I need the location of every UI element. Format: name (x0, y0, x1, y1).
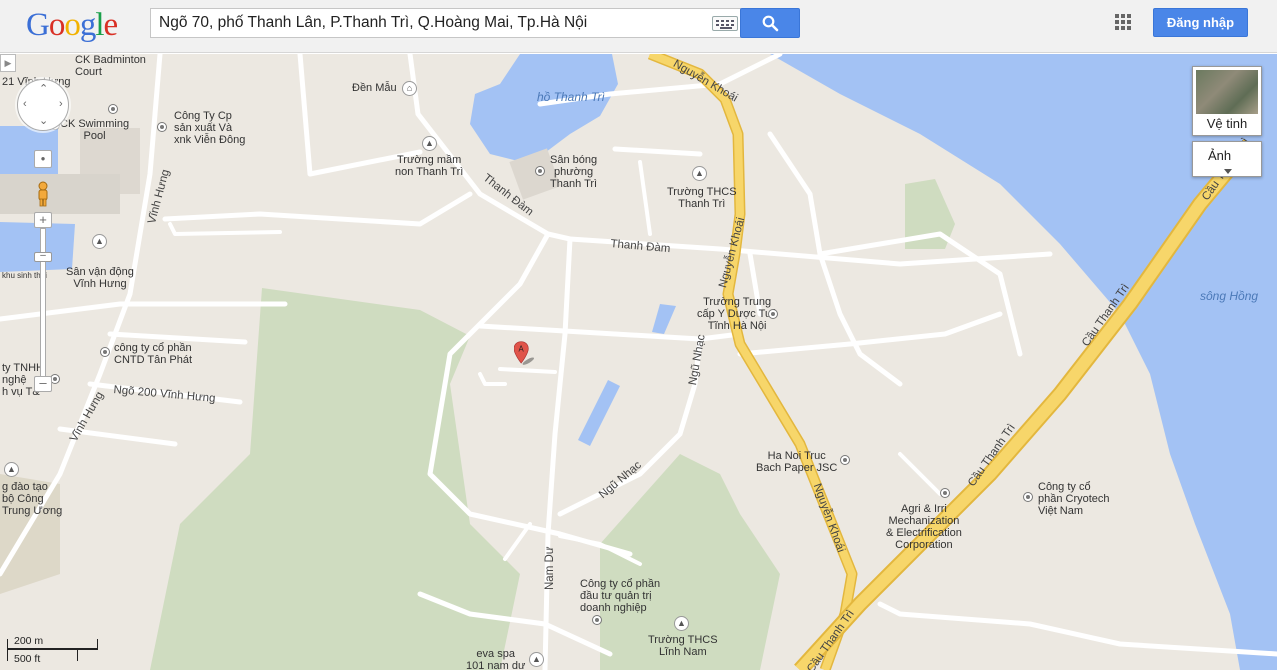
place-label[interactable]: Công ty cổ phần Cryotech Việt Nam (1038, 481, 1110, 517)
apps-grid-icon[interactable] (1115, 14, 1131, 30)
satellite-toggle[interactable]: Vệ tinh (1192, 66, 1262, 136)
street (162, 191, 473, 227)
satellite-label: Vệ tinh (1206, 116, 1248, 131)
place-label[interactable]: công ty cổ phần CNTD Tân Phát (114, 342, 192, 366)
marker-label: A (519, 344, 525, 353)
keyboard-icon[interactable] (712, 16, 738, 31)
google-logo[interactable]: Google (26, 7, 118, 44)
road-label: Nam Dư (544, 546, 556, 590)
temple-icon[interactable]: ⌂ (402, 81, 417, 96)
building-block (0, 174, 120, 214)
poi-icon[interactable] (535, 166, 545, 176)
water-label: sông Hồng (1200, 289, 1259, 303)
place-label[interactable]: Công Ty Cp sản xuất Và xnk Viễn Đông (174, 110, 245, 146)
zoom-in-button[interactable]: + (34, 212, 52, 228)
school-icon[interactable]: ▲ (674, 616, 689, 631)
pan-right-icon[interactable]: › (59, 98, 63, 110)
place-label[interactable]: CK Swimming Pool (60, 118, 129, 142)
lake-left (0, 222, 75, 272)
place-label[interactable]: CK Badminton Court (75, 54, 146, 78)
collapse-panel-button[interactable]: ▶ (0, 54, 16, 72)
place-label[interactable]: eva spa 101 nam dư (466, 648, 525, 670)
place-label[interactable]: Trường Trung cấp Y Dược Tuệ Tĩnh Hà Nội (697, 296, 777, 332)
street (478, 372, 507, 386)
map-canvas[interactable]: CK Badminton Court 21 Vĩnh Hưng Đền Mẫu … (0, 54, 1277, 670)
poi-icon[interactable] (768, 309, 778, 319)
poi-icon[interactable] (592, 615, 602, 625)
place-label[interactable]: g đào tạo bộ Công Trung Ương (2, 481, 62, 517)
street (503, 522, 532, 561)
street (877, 601, 1277, 657)
school-icon[interactable]: ▲ (4, 462, 19, 477)
school-icon[interactable]: ▲ (692, 166, 707, 181)
search-input[interactable] (151, 9, 706, 37)
place-label[interactable]: Đền Mẫu (352, 82, 397, 94)
zoom-reset-button[interactable]: ● (34, 150, 52, 168)
stadium-icon[interactable]: ▲ (92, 234, 107, 249)
pond (652, 304, 676, 334)
water-label: hồ Thanh Trì (537, 90, 605, 104)
zoom-out-button[interactable]: – (34, 376, 52, 392)
imagery-dropdown[interactable]: Ảnh (1192, 141, 1262, 177)
zoom-slider-handle[interactable]: – (34, 251, 52, 262)
poi-icon[interactable] (1023, 492, 1033, 502)
place-label[interactable]: Trường THCS Thanh Trì (667, 186, 737, 210)
street (168, 222, 282, 236)
pan-up-icon[interactable]: ⌃ (39, 82, 48, 95)
pan-control[interactable]: ⌃ ‹ › ⌄ (17, 79, 69, 131)
street (898, 452, 942, 496)
street (427, 231, 633, 557)
pond (578, 380, 620, 446)
scale-bar: 200 m 500 ft (6, 634, 102, 666)
poi-icon[interactable] (940, 488, 950, 498)
street (737, 311, 1003, 357)
scale-metric: 200 m (14, 635, 44, 647)
signin-button[interactable]: Đăng nhập (1153, 8, 1248, 37)
street (542, 236, 573, 670)
place-label[interactable]: Trường THCS Lĩnh Nam (648, 634, 718, 658)
street (612, 146, 703, 157)
place-label[interactable]: Trường mầm non Thanh Trì (395, 154, 463, 178)
search-button[interactable] (740, 8, 800, 38)
lake-thanh-tri (470, 54, 618, 164)
place-label[interactable]: Ha Noi Truc Bach Paper JSC (756, 450, 837, 474)
school-icon[interactable]: ▲ (422, 136, 437, 151)
place-label[interactable]: Sân vận động Vĩnh Hưng (66, 266, 134, 290)
place-label[interactable]: Công ty cổ phần đầu tư quản trị doanh ng… (580, 578, 660, 614)
satellite-thumbnail (1196, 70, 1258, 114)
poi-icon[interactable] (108, 104, 118, 114)
street (107, 331, 248, 345)
poi-icon[interactable] (100, 347, 110, 357)
top-bar: Google Đăng nhập (0, 0, 1277, 53)
chevron-down-icon (1224, 169, 1232, 174)
search-icon (762, 15, 779, 32)
imagery-label: Ảnh (1208, 148, 1232, 163)
pegman-icon[interactable] (35, 181, 51, 207)
pan-left-icon[interactable]: ‹ (23, 98, 27, 110)
scale-imperial: 500 ft (14, 653, 41, 665)
street (638, 160, 652, 236)
place-label[interactable]: Agri & Irri Mechanization & Electrificat… (886, 503, 962, 551)
location-marker-a[interactable]: A (514, 336, 540, 372)
search-box (150, 8, 741, 38)
pan-down-icon[interactable]: ⌄ (39, 114, 48, 127)
spa-icon[interactable]: ▲ (529, 652, 544, 667)
poi-icon[interactable] (840, 455, 850, 465)
place-label[interactable]: Sân bóng phường Thanh Trì (550, 154, 597, 190)
poi-icon[interactable] (157, 122, 167, 132)
